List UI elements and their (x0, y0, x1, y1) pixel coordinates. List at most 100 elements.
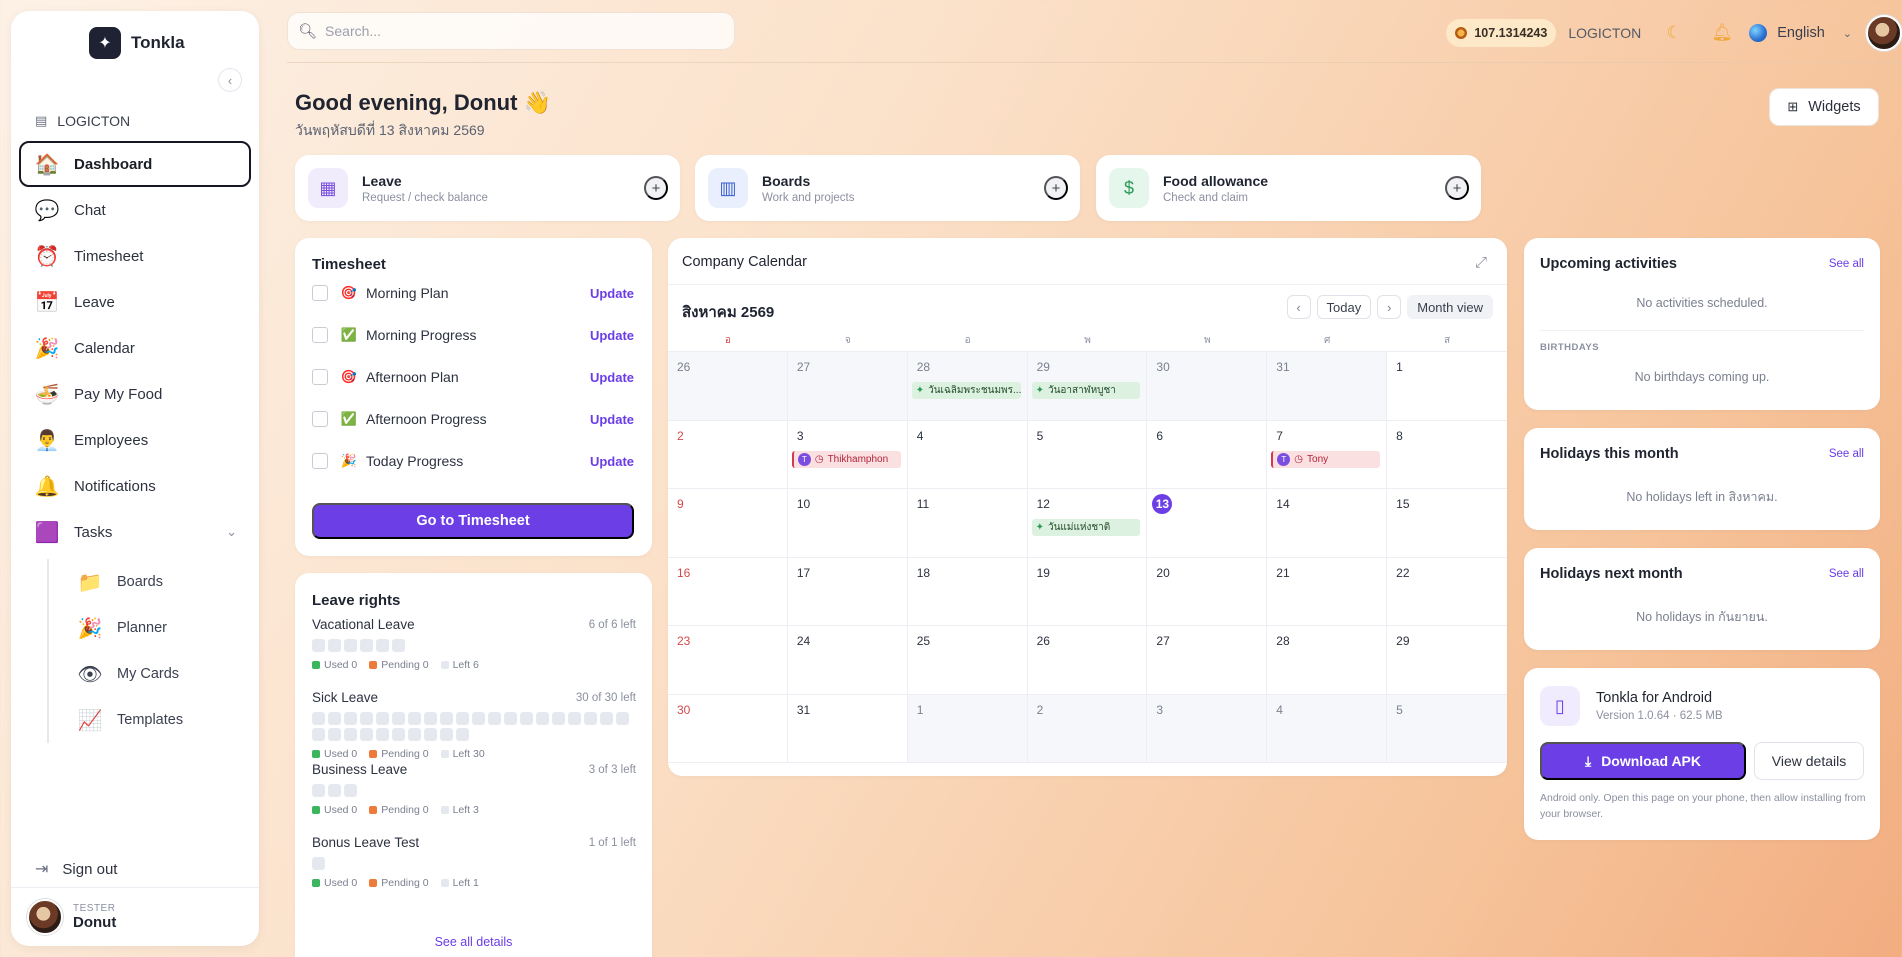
birthday-event[interactable]: T ◷ Thikhamphon (791, 450, 901, 468)
birthday-event[interactable]: T ◷ Tony (1271, 450, 1381, 468)
calendar-day[interactable]: 10 (787, 489, 908, 558)
checkbox[interactable] (312, 285, 328, 301)
calendar-day[interactable]: 8 (1387, 421, 1507, 489)
checkbox[interactable] (312, 369, 328, 385)
sign-out-button[interactable]: ⇥ Sign out (35, 859, 117, 879)
coin-balance[interactable]: 107.1314243 (1446, 19, 1557, 47)
update-link[interactable]: Update (590, 370, 634, 385)
calendar-day[interactable]: 11 (907, 489, 1028, 558)
bell-icon[interactable]: 🔔︎ (1707, 18, 1737, 48)
sidebar-item-notifications[interactable]: 🔔 Notifications (19, 463, 251, 509)
org-switcher[interactable]: ▤ LOGICTON (35, 113, 130, 129)
calendar-day[interactable]: 30 (668, 694, 788, 763)
calendar-day[interactable]: 19 (1027, 557, 1148, 626)
update-link[interactable]: Update (590, 328, 634, 343)
sidebar-item-employees[interactable]: 👨‍💼 Employees (19, 417, 251, 463)
today-button[interactable]: Today (1316, 295, 1372, 319)
calendar-day[interactable]: 26 (1027, 626, 1148, 695)
update-link[interactable]: Update (590, 286, 634, 301)
calendar-day[interactable]: 12 ✦ วันแม่แห่งชาติ (1027, 489, 1148, 558)
collapse-sidebar-button[interactable]: ‹ (218, 68, 242, 92)
sidebar-item-timesheet[interactable]: ⏰ Timesheet (19, 233, 251, 279)
holiday-event[interactable]: ✦ วันแม่แห่งชาติ (1031, 519, 1141, 536)
calendar-day[interactable]: 5 (1387, 694, 1507, 763)
widgets-button[interactable]: ⊞ Widgets (1769, 88, 1879, 126)
calendar-day[interactable]: 1 (907, 694, 1028, 763)
sidebar-item-calendar[interactable]: 🎉 Calendar (19, 325, 251, 371)
calendar-day[interactable]: 27 (787, 352, 908, 421)
quick-card-food-allowance[interactable]: $ Food allowance Check and claim + (1096, 155, 1481, 221)
calendar-day[interactable]: 30 (1147, 352, 1268, 421)
calendar-day[interactable]: 31 (1267, 352, 1388, 421)
month-view-button[interactable]: Month view (1407, 295, 1493, 319)
calendar-day[interactable]: 14 (1267, 489, 1388, 558)
calendar-day[interactable]: 25 (907, 626, 1028, 695)
sidebar-subitem-my-cards[interactable]: 👁 My Cards (61, 651, 183, 697)
expand-icon[interactable]: ⤢ (1471, 252, 1491, 272)
quick-card-leave[interactable]: ▦ Leave Request / check balance + (295, 155, 680, 221)
sidebar-item-chat[interactable]: 💬 Chat (19, 187, 251, 233)
calendar-day[interactable]: 29 ✦ วันอาสาฬหบูชา (1027, 352, 1148, 421)
calendar-day[interactable]: 13 (1147, 489, 1268, 558)
calendar-day[interactable]: 26 (668, 352, 788, 421)
calendar-day[interactable]: 23 (668, 626, 788, 695)
sidebar-item-pay-my-food[interactable]: 🍜 Pay My Food (19, 371, 251, 417)
checkbox[interactable] (312, 411, 328, 427)
checkbox[interactable] (312, 453, 328, 469)
moon-icon[interactable]: ☾ (1659, 18, 1689, 48)
chevron-down-icon[interactable]: ⌄ (226, 524, 237, 540)
calendar-day[interactable]: 5 (1027, 420, 1148, 489)
calendar-day[interactable]: 2 (668, 420, 788, 489)
sidebar-item-dashboard[interactable]: 🏠 Dashboard (19, 141, 251, 187)
calendar-day[interactable]: 2 (1027, 694, 1148, 763)
sidebar-subitem-templates[interactable]: 📈 Templates (61, 697, 184, 743)
view-details-button[interactable]: View details (1754, 742, 1864, 780)
holiday-event[interactable]: ✦ วันเฉลิมพระชนมพร... (911, 382, 1021, 399)
search-box[interactable]: 🔍︎ (287, 12, 735, 50)
brand[interactable]: ✦ Tonkla (89, 27, 185, 59)
calendar-day[interactable]: 4 (1267, 694, 1388, 763)
go-to-timesheet-button[interactable]: Go to Timesheet (312, 503, 634, 539)
calendar-day[interactable]: 28 ✦ วันเฉลิมพระชนมพร... (907, 352, 1028, 421)
calendar-day[interactable]: 9 (668, 489, 788, 558)
calendar-day[interactable]: 7 T ◷ Tony (1267, 420, 1388, 489)
search-input[interactable] (325, 23, 706, 39)
calendar-day[interactable]: 31 (787, 694, 908, 763)
calendar-day[interactable]: 22 (1387, 558, 1507, 626)
holidays-next-see-all-link[interactable]: See all (1829, 568, 1864, 580)
calendar-day[interactable]: 15 (1387, 489, 1507, 558)
sidebar-item-leave[interactable]: 📅 Leave (19, 279, 251, 325)
holiday-event[interactable]: ✦ วันอาสาฬหบูชา (1031, 382, 1141, 399)
language-selector[interactable]: English ⌄ (1749, 24, 1852, 42)
prev-month-button[interactable]: ‹ (1286, 295, 1311, 319)
add-button[interactable]: + (1445, 176, 1469, 200)
calendar-day[interactable]: 16 (668, 557, 788, 626)
sidebar-item-tasks[interactable]: 🟪 Tasks ⌄ (19, 509, 251, 555)
top-avatar[interactable] (1866, 15, 1902, 51)
calendar-day[interactable]: 3 (1147, 694, 1268, 763)
sidebar-subitem-planner[interactable]: 🎉 Planner (61, 605, 183, 651)
update-link[interactable]: Update (590, 412, 634, 427)
calendar-day[interactable]: 17 (787, 557, 908, 626)
upcoming-see-all-link[interactable]: See all (1829, 258, 1864, 270)
calendar-day[interactable]: 21 (1267, 557, 1388, 626)
add-button[interactable]: + (1044, 176, 1068, 200)
calendar-day[interactable]: 6 (1147, 420, 1268, 489)
checkbox[interactable] (312, 327, 328, 343)
update-link[interactable]: Update (590, 454, 634, 469)
next-month-button[interactable]: › (1377, 295, 1402, 319)
calendar-day[interactable]: 28 (1267, 626, 1388, 695)
calendar-day[interactable]: 18 (907, 557, 1028, 626)
calendar-day[interactable]: 24 (787, 626, 908, 695)
quick-card-boards[interactable]: ▥ Boards Work and projects + (695, 155, 1080, 221)
org-label[interactable]: LOGICTON (1568, 25, 1641, 41)
calendar-day[interactable]: 3 T ◷ Thikhamphon (787, 420, 908, 489)
user-profile[interactable]: TESTER Donut (11, 887, 259, 946)
add-button[interactable]: + (644, 176, 668, 200)
calendar-day[interactable]: 20 (1147, 557, 1268, 626)
calendar-day[interactable]: 29 (1387, 626, 1507, 695)
calendar-day[interactable]: 1 (1387, 352, 1507, 421)
holidays-this-see-all-link[interactable]: See all (1829, 448, 1864, 460)
download-apk-button[interactable]: ⤓ Download APK (1540, 742, 1746, 780)
sidebar-subitem-boards[interactable]: 📁 Boards (61, 559, 183, 605)
